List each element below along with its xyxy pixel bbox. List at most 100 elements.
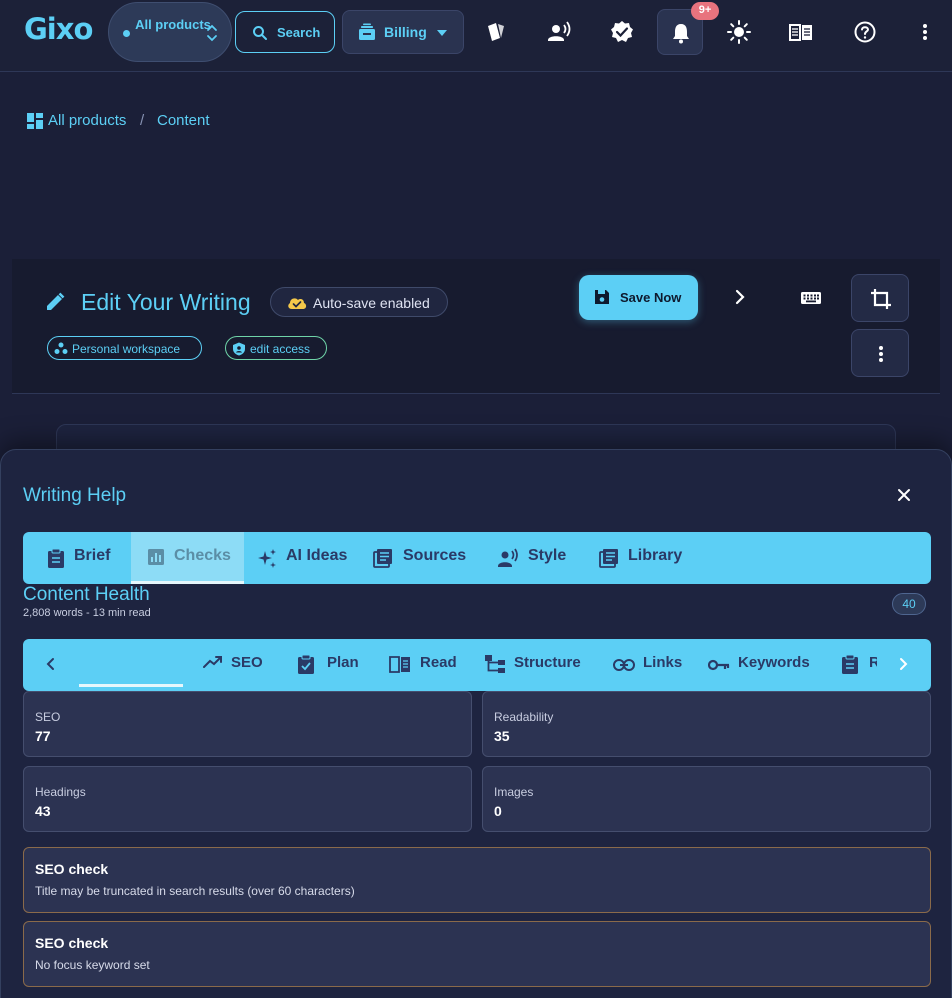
- breadcrumb-content[interactable]: Content: [157, 112, 210, 129]
- stat-label: Readability: [494, 710, 554, 724]
- subtab-read-label: Read: [420, 654, 457, 671]
- tab-sources[interactable]: Sources: [373, 532, 473, 584]
- check-item[interactable]: SEO check Title may be truncated in sear…: [23, 847, 931, 913]
- bell-icon: [673, 24, 689, 44]
- clipboard-icon: [48, 548, 64, 568]
- voice-icon: [498, 548, 518, 567]
- editor-header: Edit Your Writing Auto-save enabled Pers…: [12, 259, 940, 393]
- save-now-button[interactable]: Save Now: [579, 275, 698, 320]
- search-button-label: Search: [277, 25, 321, 40]
- workspace-chip-label: Personal workspace: [72, 342, 181, 356]
- subtab-seo[interactable]: SEO: [203, 639, 267, 691]
- check-clipboard-icon: [298, 654, 314, 674]
- subtab-overflow[interactable]: R: [841, 639, 877, 691]
- stat-card-seo: SEO 77: [23, 691, 472, 757]
- docs-button[interactable]: [783, 14, 819, 50]
- panel-title: Writing Help: [23, 485, 127, 506]
- subtab-plan-label: Plan: [327, 654, 359, 671]
- chevron-updown-icon: [207, 24, 217, 42]
- active-subtab-indicator: [79, 684, 183, 687]
- page-title: Edit Your Writing: [81, 289, 251, 315]
- subtab-keywords[interactable]: Keywords: [708, 639, 828, 691]
- verified-button[interactable]: [604, 14, 640, 50]
- more-options-button[interactable]: [851, 329, 909, 377]
- help-button[interactable]: [847, 14, 883, 50]
- check-detail: Title may be truncated in search results…: [35, 884, 355, 898]
- tab-checks-label: Checks: [174, 547, 231, 564]
- writing-help-panel: Writing Help Brief Checks AI Ideas Sourc…: [0, 449, 952, 998]
- access-chip[interactable]: edit access: [225, 336, 327, 360]
- crop-icon: [871, 289, 891, 309]
- check-item[interactable]: SEO check No focus keyword set: [23, 921, 931, 987]
- tab-ai-ideas[interactable]: AI Ideas: [256, 532, 366, 584]
- chart-icon: [148, 549, 164, 565]
- autosave-label: Auto-save enabled: [313, 295, 430, 311]
- subtab-keywords-label: Keywords: [738, 654, 810, 671]
- stat-value: 43: [35, 803, 51, 819]
- stat-value: 0: [494, 803, 502, 819]
- product-switcher-label: All products: [135, 17, 211, 32]
- list-icon: [373, 549, 392, 568]
- search-button[interactable]: Search: [235, 11, 335, 53]
- tab-style-label: Style: [528, 547, 567, 564]
- cards-icon: [488, 23, 504, 41]
- voice-icon: [548, 21, 571, 41]
- cards-button[interactable]: [478, 14, 514, 50]
- verified-badge-icon: [611, 21, 633, 42]
- subtab-plan[interactable]: Plan: [297, 639, 367, 691]
- tab-brief[interactable]: Brief: [43, 532, 143, 584]
- stat-label: Headings: [35, 785, 86, 799]
- clipboard-icon: [842, 654, 858, 674]
- billing-label: Billing: [384, 24, 427, 40]
- tab-style[interactable]: Style: [497, 532, 577, 584]
- content-health-title: Content Health: [23, 584, 150, 605]
- tab-checks[interactable]: Checks: [131, 532, 244, 584]
- app-logo[interactable]: Gixo: [24, 12, 93, 46]
- workspace-chip[interactable]: Personal workspace: [47, 336, 202, 360]
- theme-toggle-button[interactable]: [721, 14, 757, 50]
- notification-badge: 9+: [691, 2, 719, 20]
- product-switcher[interactable]: All products: [108, 2, 232, 62]
- group-icon: [54, 342, 68, 354]
- tab-sources-label: Sources: [403, 547, 467, 564]
- subtab-overflow-label: R: [869, 654, 877, 671]
- overflow-menu-button[interactable]: [907, 14, 943, 50]
- breadcrumb-all-products[interactable]: All products: [48, 112, 126, 129]
- voice-button[interactable]: [541, 14, 577, 50]
- dashboard-grid-icon: [27, 113, 43, 129]
- checks-subtabs: SEO Plan Read Structure Links Keywords R: [23, 639, 931, 691]
- stat-value: 35: [494, 728, 510, 744]
- tree-icon: [485, 655, 505, 673]
- keyboard-icon[interactable]: [800, 290, 822, 306]
- tab-library[interactable]: Library: [599, 532, 699, 584]
- more-vertical-icon: [879, 346, 883, 362]
- pencil-icon: [47, 292, 65, 310]
- search-icon: [253, 26, 267, 40]
- subtab-links-label: Links: [643, 654, 683, 671]
- billing-dropdown[interactable]: Billing: [342, 10, 464, 54]
- stat-label: SEO: [35, 710, 61, 724]
- trend-icon: [203, 656, 222, 668]
- health-score-badge: 40: [892, 593, 926, 615]
- close-icon[interactable]: [896, 487, 912, 503]
- subtab-seo-label: SEO: [231, 654, 263, 671]
- header-divider: [12, 393, 940, 394]
- subtab-read[interactable]: Read: [389, 639, 459, 691]
- subtab-overview[interactable]: [79, 639, 183, 691]
- open-book-icon: [789, 24, 812, 41]
- check-title: SEO check: [35, 935, 109, 951]
- subtab-structure[interactable]: Structure: [484, 639, 588, 691]
- subtab-structure-label: Structure: [514, 654, 581, 671]
- link-icon: [613, 659, 635, 671]
- chevron-left-icon[interactable]: [45, 657, 57, 671]
- subtab-links[interactable]: Links: [613, 639, 693, 691]
- stat-label: Images: [494, 785, 534, 799]
- crop-button[interactable]: [851, 274, 909, 322]
- billing-icon: [359, 23, 375, 40]
- chevron-right-icon[interactable]: [730, 287, 750, 307]
- check-title: SEO check: [35, 861, 109, 877]
- chevron-right-icon[interactable]: [897, 657, 909, 671]
- top-navigation-bar: Gixo All products Search Billing 9+: [0, 0, 952, 72]
- tab-brief-label: Brief: [74, 547, 111, 564]
- stat-card-images: Images 0: [482, 766, 931, 832]
